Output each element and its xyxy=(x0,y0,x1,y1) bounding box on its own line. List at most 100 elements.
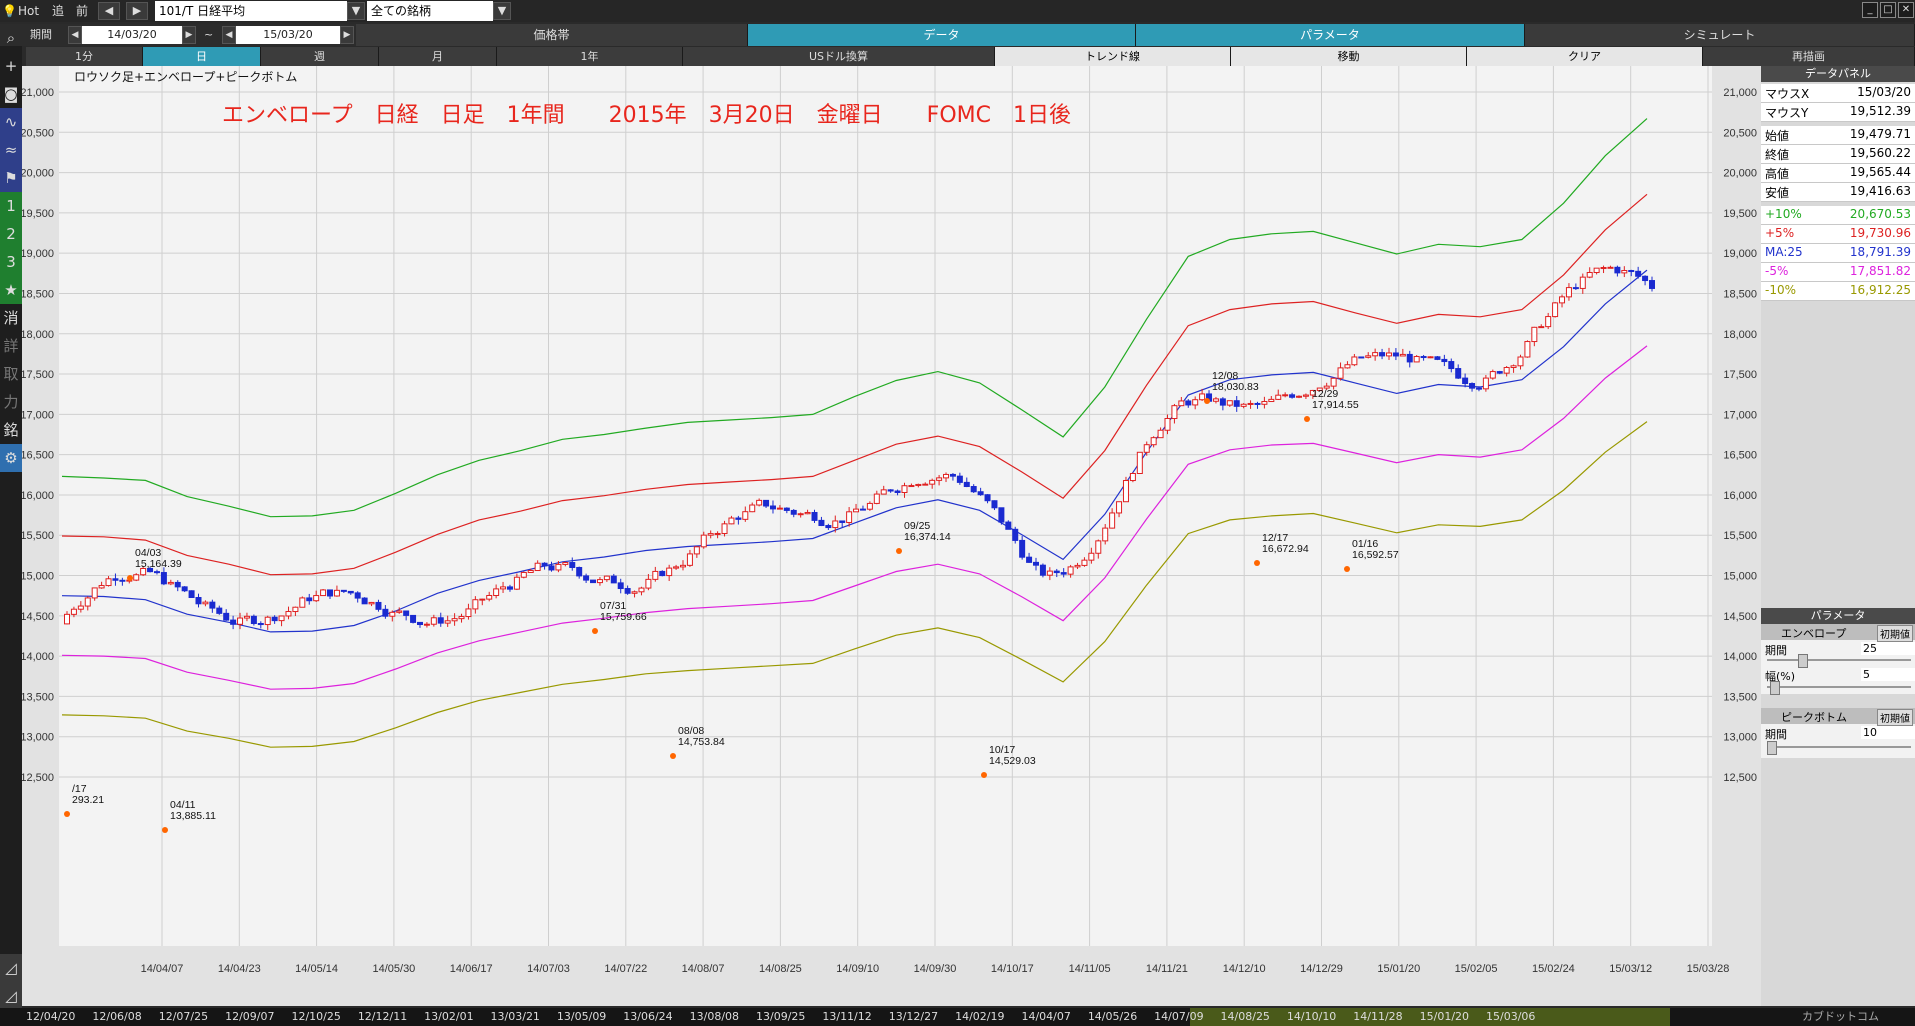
line-chart-icon[interactable]: ∿ xyxy=(0,108,22,136)
next-end-icon[interactable]: ▶ xyxy=(340,26,354,44)
clear-button[interactable]: クリア xyxy=(1467,47,1703,66)
erase-button[interactable]: 消 xyxy=(0,304,22,332)
tf-weekly[interactable]: 週 xyxy=(261,47,379,66)
candle-body xyxy=(991,500,998,509)
candle-body xyxy=(333,589,340,597)
mini-chart-2-icon[interactable]: ◿ xyxy=(0,982,22,1010)
width-slider-thumb[interactable] xyxy=(1770,681,1781,695)
y-tick-label-right: 20,000 xyxy=(1723,168,1757,180)
mae-button[interactable]: 前 xyxy=(76,0,88,22)
pb-period-field[interactable]: 10 xyxy=(1861,726,1915,739)
width-slider-track[interactable] xyxy=(1767,686,1911,688)
overview-timeline[interactable]: 12/04/20 12/06/08 12/07/25 12/09/07 12/10/25… xyxy=(0,1008,1915,1026)
tab-simulate[interactable]: シミュレート xyxy=(1525,24,1915,46)
maximize-icon[interactable]: □ xyxy=(1880,2,1896,18)
candle-body xyxy=(64,613,70,625)
candle-body xyxy=(1475,387,1482,390)
x-tick-label: 15/02/24 xyxy=(1532,963,1575,975)
move-button[interactable]: 移動 xyxy=(1231,47,1467,66)
tf-monthly[interactable]: 月 xyxy=(379,47,497,66)
peakbottom-reset-button[interactable]: 初期値 xyxy=(1877,709,1913,726)
flag-icon[interactable]: ⚑ xyxy=(0,164,22,192)
range-1y[interactable]: 1年 xyxy=(497,47,683,66)
period-slider-thumb[interactable] xyxy=(1797,654,1808,668)
bulb-icon[interactable]: 💡 xyxy=(2,0,17,22)
candle-body xyxy=(437,617,444,624)
symbol-field[interactable]: 101/T 日経平均 xyxy=(155,1,347,21)
minimize-icon[interactable]: _ xyxy=(1862,2,1878,18)
x-tick-label: 15/03/28 xyxy=(1687,963,1730,975)
multi-line-icon[interactable]: ≈ xyxy=(0,136,22,164)
start-date-field[interactable]: 14/03/20 xyxy=(82,26,182,44)
x-tick-label: 14/06/17 xyxy=(450,963,493,975)
data-panel-value: 17,851.82 xyxy=(1849,264,1911,278)
x-tick-label: 14/11/05 xyxy=(1069,963,1111,975)
candle-body xyxy=(818,519,825,527)
y-tick-label: 12,500 xyxy=(22,772,54,784)
tab-parameters[interactable]: パラメータ xyxy=(1136,24,1525,46)
layout-3-button[interactable]: 3 xyxy=(0,248,22,276)
x-tick-label: 14/11/21 xyxy=(1146,963,1188,975)
input-button[interactable]: 力 xyxy=(0,388,22,416)
candle-body xyxy=(569,562,576,568)
candle-body xyxy=(1579,276,1586,289)
prev-start-icon[interactable]: ◀ xyxy=(68,26,82,44)
mini-chart-icon[interactable]: ◿ xyxy=(0,954,22,982)
tf-1min[interactable]: 1分 xyxy=(26,47,143,66)
stock-button[interactable]: 銘 xyxy=(0,416,22,444)
candle-body xyxy=(832,520,839,529)
star-icon[interactable]: ★ xyxy=(0,276,22,304)
candle-body xyxy=(444,620,451,624)
data-panel-key: MA:25 xyxy=(1765,245,1803,259)
pb-slider-thumb[interactable] xyxy=(1767,741,1777,755)
filter-select[interactable]: 全ての銘柄 xyxy=(367,1,493,21)
candle-body xyxy=(728,517,735,525)
close-icon[interactable]: ✕ xyxy=(1898,2,1914,18)
hot-button[interactable]: Hot xyxy=(18,0,39,22)
trade-button[interactable]: 取 xyxy=(0,360,22,388)
candle-body xyxy=(1164,418,1171,431)
camera-icon[interactable]: ◙ xyxy=(0,80,22,108)
y-tick-label: 13,000 xyxy=(22,732,54,744)
period-param-field[interactable]: 25 xyxy=(1861,642,1915,655)
trendline-button[interactable]: トレンド線 xyxy=(995,47,1231,66)
candle-body xyxy=(216,607,223,614)
y-tick-label: 20,000 xyxy=(22,168,54,180)
layout-2-button[interactable]: 2 xyxy=(0,220,22,248)
tab-price-band[interactable]: 価格帯 xyxy=(356,24,748,46)
detail-button[interactable]: 詳 xyxy=(0,332,22,360)
candle-body xyxy=(936,477,943,481)
chevron-down-icon[interactable]: ▼ xyxy=(347,2,365,20)
envelope-reset-button[interactable]: 初期値 xyxy=(1877,625,1913,642)
tsui-button[interactable]: 追 xyxy=(52,0,64,22)
next-start-icon[interactable]: ▶ xyxy=(182,26,196,44)
width-param-field[interactable]: 5 xyxy=(1861,668,1915,681)
candle-body xyxy=(673,566,680,569)
settings-gear-icon[interactable]: ⚙ xyxy=(0,444,22,472)
candle-body xyxy=(700,534,707,548)
pb-slider-track[interactable] xyxy=(1767,746,1911,748)
end-date-field[interactable]: 15/03/20 xyxy=(236,26,340,44)
chevron-down-icon[interactable]: ▼ xyxy=(493,2,511,20)
forward-arrow-icon[interactable]: ▶ xyxy=(126,2,148,20)
candle-body xyxy=(133,574,140,581)
chart-area[interactable]: 21,000 21,000 20,500 20,500 20,000 20,000 19,5… xyxy=(20,66,1762,1006)
candle-body xyxy=(1635,270,1642,277)
candle-body xyxy=(1039,564,1046,576)
data-panel-value: 19,730.96 xyxy=(1849,226,1911,240)
candle-body xyxy=(866,502,873,510)
candle-body xyxy=(98,585,105,589)
tab-data[interactable]: データ xyxy=(748,24,1136,46)
tf-daily[interactable]: 日 xyxy=(143,47,261,66)
usd-convert-button[interactable]: USドル換算 xyxy=(683,47,995,66)
candle-body xyxy=(1060,572,1067,575)
period-slider-track[interactable] xyxy=(1767,659,1911,661)
search-icon[interactable]: ⌕ xyxy=(0,24,22,52)
y-tick-label-right: 20,500 xyxy=(1723,127,1757,139)
layout-1-button[interactable]: 1 xyxy=(0,192,22,220)
crosshair-icon[interactable]: + xyxy=(0,52,22,80)
data-panel-row: +10% 20,670.53 xyxy=(1761,206,1915,225)
redraw-button[interactable]: 再描画 xyxy=(1703,47,1915,66)
prev-end-icon[interactable]: ◀ xyxy=(222,26,236,44)
back-arrow-icon[interactable]: ◀ xyxy=(98,2,120,20)
